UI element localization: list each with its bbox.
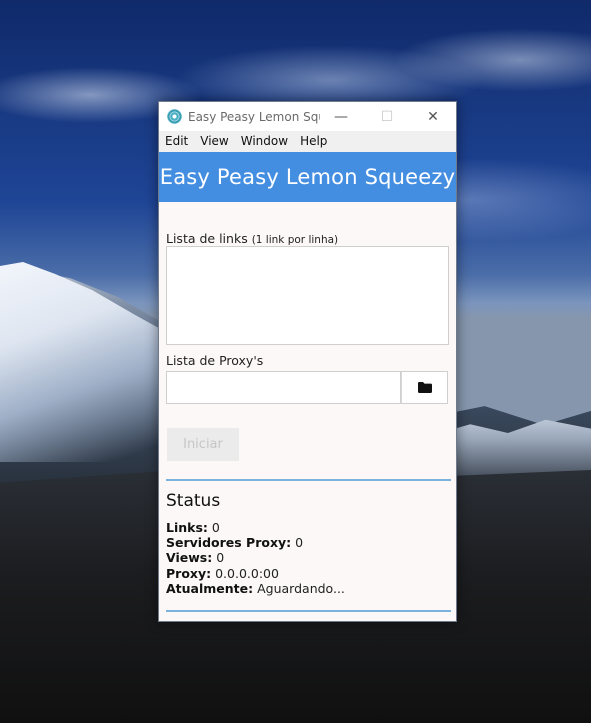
proxy-file-input[interactable] [166, 371, 401, 404]
status-key: Atualmente: [166, 580, 254, 596]
maximize-button[interactable]: ☐ [364, 102, 410, 131]
start-button[interactable]: Iniciar [167, 428, 239, 461]
status-links-value: 0 [211, 520, 220, 535]
status-views-value: 0 [216, 550, 225, 566]
status-current-value: Aguardando... [257, 580, 345, 596]
close-button[interactable]: ✕ [410, 102, 456, 131]
status-bottom-divider [166, 610, 451, 612]
status-key: Proxy: [166, 565, 212, 581]
minimize-button[interactable]: — [318, 102, 364, 131]
electron-app-icon [167, 109, 182, 124]
status-key: Servidores Proxy: [166, 535, 292, 551]
status-views-row: Views: 0 [166, 550, 345, 565]
status-title: Status [166, 491, 221, 511]
links-hint: (1 link por linha) [251, 234, 339, 246]
title-bar[interactable]: Easy Peasy Lemon Squ... — ☐ ✕ [159, 102, 456, 131]
status-servers-row: Servidores Proxy: 0 [166, 535, 345, 550]
status-key: Links: [166, 520, 208, 535]
menu-view[interactable]: View [194, 131, 234, 152]
status-proxy-value: 0.0.0.0:00 [215, 565, 279, 581]
folder-icon [417, 382, 432, 393]
app-header: Easy Peasy Lemon Squeezy [159, 152, 456, 202]
menu-bar: Edit View Window Help [159, 131, 456, 152]
menu-edit[interactable]: Edit [159, 131, 194, 152]
status-proxy-row: Proxy: 0.0.0.0:00 [166, 566, 345, 581]
menu-window[interactable]: Window [235, 131, 294, 152]
app-header-title: Easy Peasy Lemon Squeezy [159, 165, 456, 189]
window-title: Easy Peasy Lemon Squ... [188, 109, 320, 124]
window-controls: — ☐ ✕ [318, 102, 456, 131]
menu-help[interactable]: Help [294, 131, 333, 152]
status-current-row: Atualmente: Aguardando... [166, 581, 345, 596]
browse-folder-button[interactable] [401, 371, 448, 404]
links-label-text: Lista de links [166, 231, 248, 246]
status-list: Links: 0 Servidores Proxy: 0 Views: 0 Pr… [166, 520, 345, 596]
app-window: Easy Peasy Lemon Squ... — ☐ ✕ Edit View … [158, 101, 457, 622]
links-textarea[interactable] [166, 246, 449, 345]
proxy-label: Lista de Proxy's [166, 353, 264, 368]
links-label: Lista de links (1 link por linha) [166, 231, 338, 246]
status-servers-value: 0 [295, 535, 304, 551]
status-key: Views: [166, 550, 213, 566]
status-top-divider [166, 479, 451, 481]
status-links-row: Links: 0 [166, 520, 345, 535]
